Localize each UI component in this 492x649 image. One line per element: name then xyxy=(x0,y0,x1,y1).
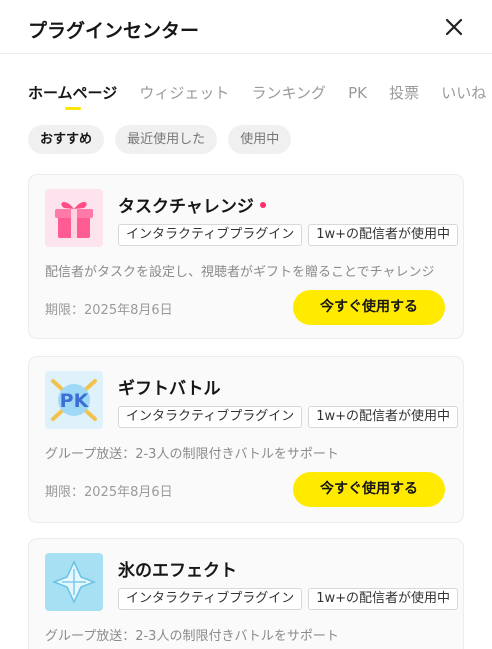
plugin-tag: インタラクティブプラグイン xyxy=(118,224,303,246)
plugin-description: 配信者がタスクを設定し、視聴者がギフトを贈ることでチャレンジ xyxy=(45,265,435,280)
plugin-name: タスクチャレンジ xyxy=(118,192,266,217)
plugin-card[interactable]: PK ギフトバトル インタラクティブプラグイン 1w+の配信者が使用中 グループ放… xyxy=(28,356,464,523)
plugin-tag: 1w+の配信者が使用中 xyxy=(308,224,459,246)
plugin-tag: 1w+の配信者が使用中 xyxy=(308,588,459,610)
plugin-tag: インタラクティブプラグイン xyxy=(118,406,303,428)
plugin-name: 氷のエフェクト xyxy=(118,561,237,581)
tab-like[interactable]: いいね xyxy=(441,82,486,103)
close-icon[interactable] xyxy=(441,14,467,40)
tab-ranking[interactable]: ランキング xyxy=(251,82,326,103)
plugin-deadline: 期限：2025年8月6日 xyxy=(45,485,173,500)
pk-badge-icon: PK xyxy=(45,371,103,429)
ice-crystal-icon xyxy=(45,553,103,611)
filter-recent[interactable]: 最近使用した xyxy=(115,125,218,154)
svg-text:PK: PK xyxy=(60,390,90,412)
plugin-deadline: 期限：2025年8月6日 xyxy=(45,303,173,318)
plugin-description: グループ放送：2-3人の制限付きバトルをサポート xyxy=(45,447,339,462)
tab-widget[interactable]: ウィジェット xyxy=(139,82,229,103)
plugin-card[interactable]: 氷のエフェクト インタラクティブプラグイン 1w+の配信者が使用中 グループ放送：… xyxy=(28,538,464,649)
filter-chips: おすすめ 最近使用した 使用中 xyxy=(28,125,297,154)
plugin-description: グループ放送：2-3人の制限付きバトルをサポート xyxy=(45,629,339,644)
tab-bar: ホームページ ウィジェット ランキング PK 投票 いいね xyxy=(28,82,492,112)
gift-box-icon xyxy=(45,189,103,247)
filter-recommended[interactable]: おすすめ xyxy=(28,125,105,154)
use-now-button[interactable]: 今すぐ使用する xyxy=(293,290,445,325)
filter-in-use[interactable]: 使用中 xyxy=(228,125,292,154)
use-now-button[interactable]: 今すぐ使用する xyxy=(293,472,445,507)
plugin-name: ギフトバトル xyxy=(118,379,221,399)
tab-vote[interactable]: 投票 xyxy=(389,82,419,103)
new-dot xyxy=(259,202,266,208)
page-title: プラグインセンター xyxy=(28,20,200,42)
tab-pk[interactable]: PK xyxy=(348,84,367,102)
tab-home[interactable]: ホームページ xyxy=(28,82,117,110)
plugin-card[interactable]: タスクチャレンジ インタラクティブプラグイン 1w+の配信者が使用中 配信者がタス… xyxy=(28,174,464,339)
header: プラグインセンター xyxy=(0,0,492,54)
plugin-tag: 1w+の配信者が使用中 xyxy=(308,406,459,428)
plugin-tag: インタラクティブプラグイン xyxy=(118,588,303,610)
